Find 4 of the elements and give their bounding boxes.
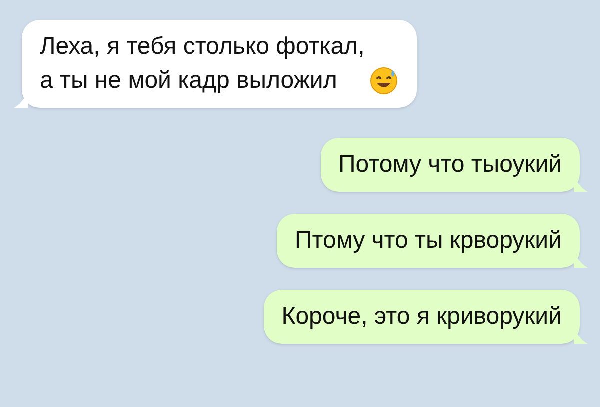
message-text: Короче, это я криворукий [282, 302, 562, 332]
message-text: Леха, я тебя столько фоткал, а ты не мой кадр выложил [40, 32, 365, 96]
message-text: Потому что тыоукий [338, 150, 562, 180]
message-text: Птому что ты крворукий [295, 226, 562, 256]
